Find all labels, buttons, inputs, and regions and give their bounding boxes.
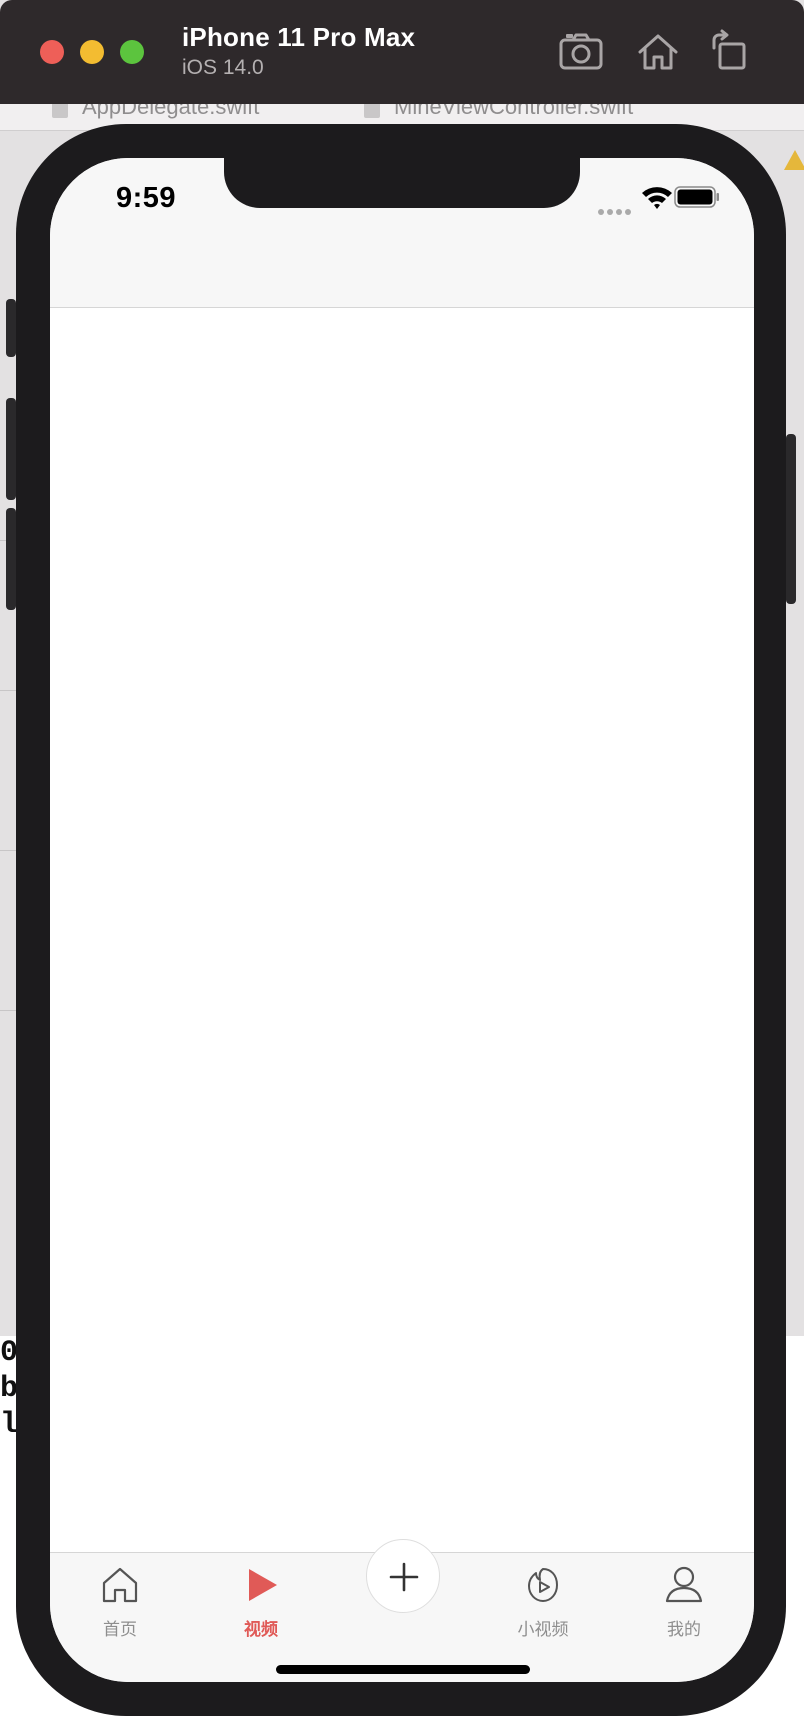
tab-mine[interactable]: 我的 bbox=[629, 1563, 739, 1640]
silent-switch[interactable] bbox=[6, 299, 16, 357]
home-icon bbox=[638, 34, 678, 70]
user-icon bbox=[665, 1566, 703, 1603]
iphone-device-frame: 9:59 首页 视频 小视频 我的 bbox=[6, 124, 796, 1716]
camera-icon bbox=[559, 33, 603, 70]
short-video-icon bbox=[528, 1568, 558, 1602]
tab-label: 我的 bbox=[667, 1620, 701, 1640]
os-version: iOS 14.0 bbox=[182, 56, 264, 79]
tab-label: 小视频 bbox=[517, 1620, 569, 1640]
tab-home[interactable]: 首页 bbox=[65, 1563, 175, 1640]
volume-down-button[interactable] bbox=[6, 508, 16, 610]
home-button[interactable] bbox=[634, 28, 682, 76]
power-button[interactable] bbox=[786, 434, 796, 604]
wifi-icon bbox=[642, 187, 672, 209]
status-time: 9:59 bbox=[116, 182, 177, 214]
device-name: iPhone 11 Pro Max bbox=[182, 22, 416, 52]
rotate-button[interactable] bbox=[706, 28, 754, 76]
window-close-button[interactable] bbox=[40, 40, 64, 64]
signal-dots-icon bbox=[598, 202, 634, 215]
home-outline-icon bbox=[102, 1567, 138, 1603]
tab-video[interactable]: 视频 bbox=[206, 1563, 316, 1640]
battery-icon bbox=[674, 186, 719, 208]
window-minimize-button[interactable] bbox=[80, 40, 104, 64]
tab-label: 视频 bbox=[244, 1620, 278, 1640]
volume-up-button[interactable] bbox=[6, 398, 16, 500]
publish-plus-button[interactable] bbox=[366, 1539, 440, 1613]
rotate-icon bbox=[712, 29, 746, 70]
play-icon bbox=[249, 1569, 277, 1601]
notch bbox=[224, 158, 580, 208]
screenshot-button[interactable] bbox=[557, 28, 605, 76]
simulator-titlebar[interactable]: iPhone 11 Pro Max iOS 14.0 bbox=[0, 0, 804, 104]
warning-icon bbox=[784, 150, 804, 170]
phone-screen[interactable]: 9:59 首页 视频 小视频 我的 bbox=[50, 158, 754, 1682]
tab-label: 首页 bbox=[103, 1620, 137, 1640]
plus-icon bbox=[389, 1562, 419, 1592]
window-zoom-button[interactable] bbox=[120, 40, 144, 64]
tab-short-video[interactable]: 小视频 bbox=[488, 1563, 598, 1640]
home-indicator[interactable] bbox=[276, 1665, 530, 1674]
